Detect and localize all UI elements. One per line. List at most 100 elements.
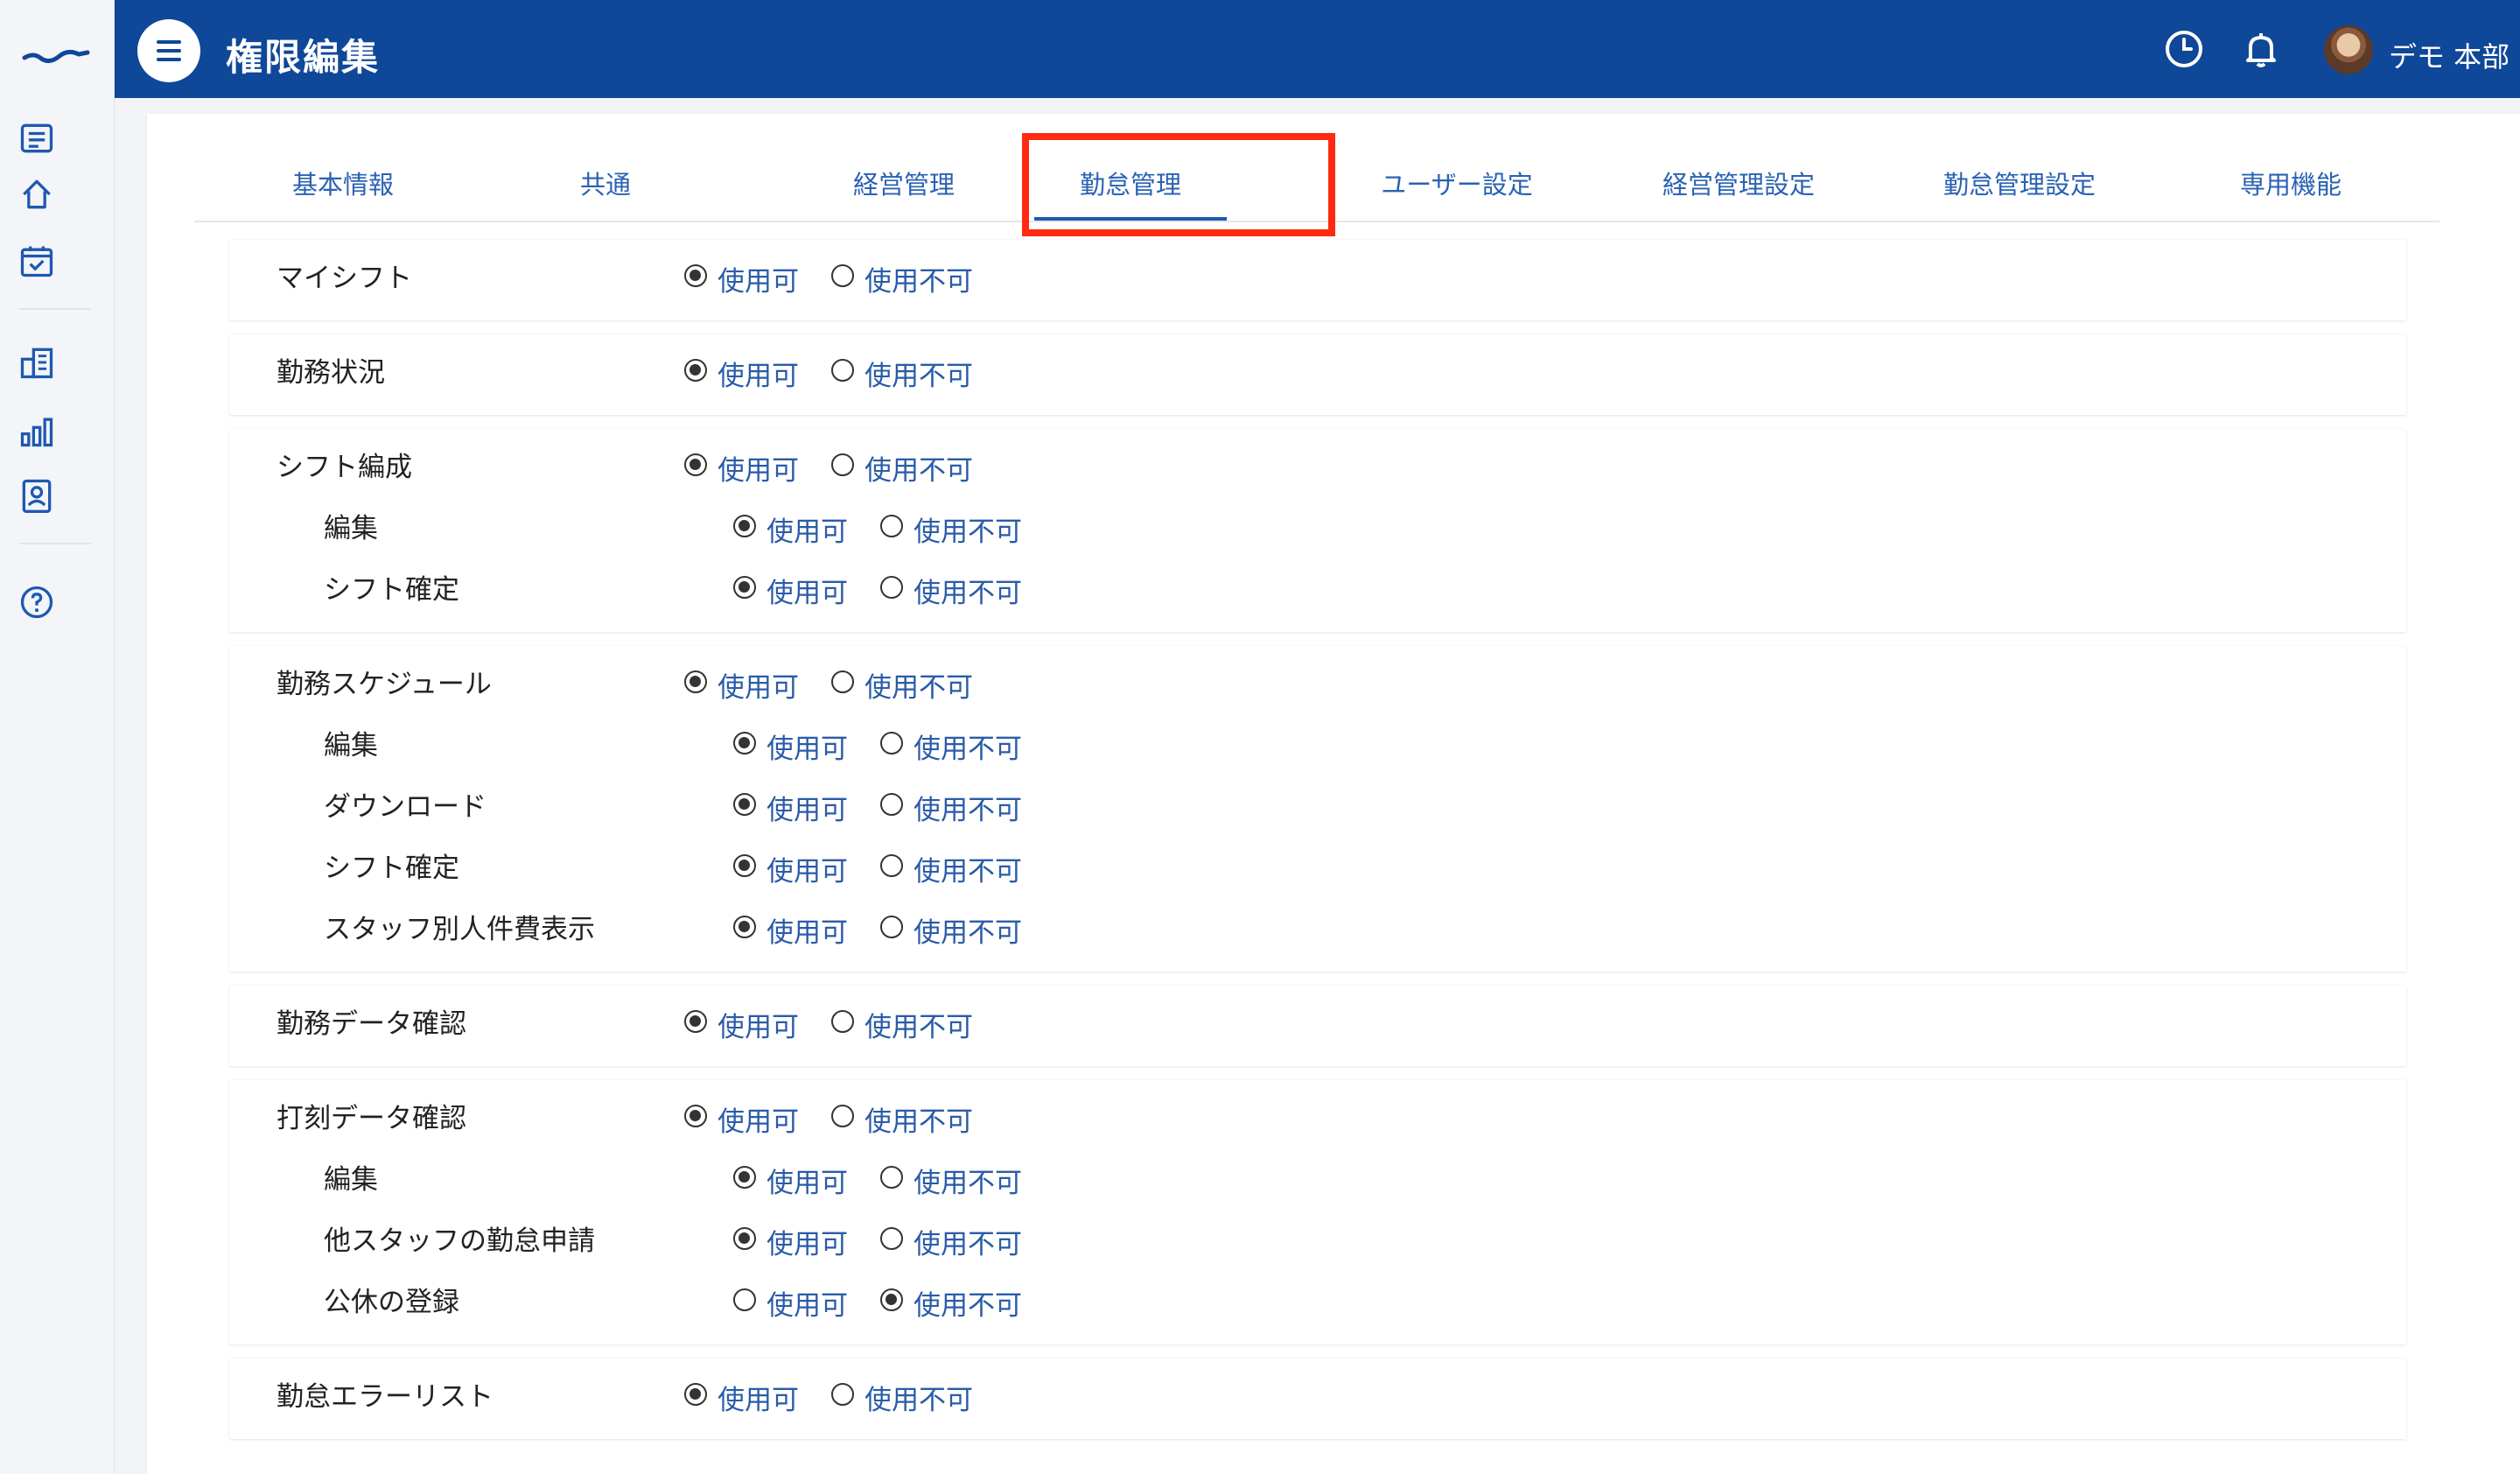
radio-option-label: 使用可 — [718, 1385, 799, 1416]
radio-option-label: 使用可 — [718, 266, 799, 298]
radio-checked-icon[interactable] — [733, 793, 756, 816]
radio-option-label: 使用不可 — [914, 856, 1022, 888]
radio-unchecked-icon[interactable] — [831, 1010, 854, 1033]
news-icon[interactable] — [18, 119, 56, 158]
tab-user-settings[interactable]: ユーザー設定 — [1374, 165, 1540, 203]
menu-icon-bar — [157, 58, 181, 61]
permission-section: 打刻データ確認 使用可 使用不可 編集 使用可 使用不可 他スタッフの勤怠申請 使用可 使用不可… — [229, 1080, 2406, 1344]
radio-checked-icon[interactable] — [684, 264, 707, 287]
radio-unchecked-icon[interactable] — [880, 916, 903, 938]
radio-unchecked-icon[interactable] — [831, 453, 854, 476]
sub-permission-label: 編集 — [324, 513, 378, 544]
tab-special-functions[interactable]: 専用機能 — [2230, 165, 2352, 203]
app-header — [115, 0, 2520, 98]
radio-option-label: 使用不可 — [864, 672, 973, 704]
radio-option-label: 使用可 — [766, 1229, 848, 1260]
rail-divider — [19, 308, 91, 310]
help-icon[interactable] — [18, 583, 56, 621]
permission-label: 勤務スケジュール — [276, 669, 492, 700]
radio-checked-icon[interactable] — [733, 1166, 756, 1189]
radio-unchecked-icon[interactable] — [880, 1166, 903, 1189]
permission-radio-group: 使用可 使用不可 — [684, 257, 1034, 298]
bell-icon[interactable] — [2240, 28, 2282, 70]
radio-unchecked-icon[interactable] — [831, 359, 854, 382]
bar-chart-icon[interactable] — [18, 411, 56, 450]
sub-permission-label: 他スタッフの勤怠申請 — [324, 1225, 595, 1257]
building-icon[interactable] — [18, 343, 56, 382]
radio-checked-icon[interactable] — [684, 1383, 707, 1406]
logo-icon[interactable] — [21, 35, 91, 70]
permission-section: 勤怠エラーリスト 使用可 使用不可 — [229, 1358, 2406, 1439]
radio-unchecked-icon[interactable] — [831, 1383, 854, 1406]
radio-checked-icon[interactable] — [733, 1227, 756, 1250]
highlight-box — [1022, 133, 1335, 236]
tab-attendance-settings[interactable]: 勤怠管理設定 — [1932, 165, 2107, 203]
menu-button[interactable] — [137, 19, 200, 82]
radio-unchecked-icon[interactable] — [880, 576, 903, 599]
radio-checked-icon[interactable] — [733, 732, 756, 755]
radio-unchecked-icon[interactable] — [831, 1105, 854, 1127]
radio-unchecked-icon[interactable] — [831, 264, 854, 287]
user-name[interactable]: デモ 本部 — [2389, 35, 2510, 75]
radio-checked-icon[interactable] — [684, 359, 707, 382]
clock-icon[interactable] — [2163, 28, 2205, 70]
radio-checked-icon[interactable] — [733, 854, 756, 877]
radio-option-label: 使用不可 — [914, 516, 1022, 548]
permission-radio-group: 使用可 使用不可 — [733, 1159, 1083, 1199]
radio-unchecked-icon[interactable] — [880, 793, 903, 816]
sub-permission-label: 編集 — [324, 730, 378, 762]
radio-checked-icon[interactable] — [684, 1105, 707, 1127]
radio-option-label: 使用可 — [766, 856, 848, 888]
permission-section: 勤務状況 使用可 使用不可 — [229, 334, 2406, 415]
radio-unchecked-icon[interactable] — [880, 1227, 903, 1250]
permission-radio-group: 使用可 使用不可 — [733, 569, 1083, 609]
permission-label: 勤務状況 — [276, 357, 385, 389]
radio-option-label: 使用可 — [766, 795, 848, 826]
radio-option-label: 使用可 — [718, 361, 799, 392]
radio-checked-icon[interactable] — [684, 453, 707, 476]
avatar[interactable] — [2324, 25, 2373, 74]
tab-common[interactable]: 共通 — [570, 165, 640, 203]
radio-checked-icon[interactable] — [733, 916, 756, 938]
calendar-check-icon[interactable] — [18, 242, 56, 280]
radio-option-label: 使用不可 — [914, 795, 1022, 826]
radio-option-label: 使用可 — [718, 672, 799, 704]
sub-permission-label: シフト確定 — [324, 853, 459, 884]
permission-radio-group: 使用可 使用不可 — [684, 1003, 1034, 1043]
tab-management[interactable]: 経営管理 — [838, 165, 970, 203]
permission-radio-group: 使用可 使用不可 — [684, 352, 1034, 392]
radio-checked-icon[interactable] — [684, 670, 707, 693]
radio-option-label: 使用不可 — [864, 361, 973, 392]
id-card-icon[interactable] — [18, 476, 56, 515]
radio-unchecked-icon[interactable] — [831, 670, 854, 693]
rail-divider — [19, 543, 91, 544]
permission-radio-group: 使用可 使用不可 — [684, 663, 1034, 704]
radio-unchecked-icon[interactable] — [880, 732, 903, 755]
radio-unchecked-icon[interactable] — [733, 1288, 756, 1311]
tab-management-settings[interactable]: 経営管理設定 — [1651, 165, 1826, 203]
tab-basic-info[interactable]: 基本情報 — [282, 165, 404, 203]
sub-permission-label: シフト確定 — [324, 574, 459, 606]
radio-unchecked-icon[interactable] — [880, 854, 903, 877]
radio-checked-icon[interactable] — [880, 1288, 903, 1311]
radio-option-label: 使用可 — [766, 516, 848, 548]
permission-label: マイシフト — [276, 263, 412, 294]
permission-section: 勤務スケジュール 使用可 使用不可 編集 使用可 使用不可 ダウンロード 使用可 使用不可 シフト… — [229, 646, 2406, 972]
radio-checked-icon[interactable] — [733, 515, 756, 537]
radio-unchecked-icon[interactable] — [880, 515, 903, 537]
home-icon[interactable] — [18, 175, 56, 214]
radio-option-label: 使用不可 — [864, 1106, 973, 1138]
permission-label: 勤務データ確認 — [276, 1008, 466, 1040]
sub-permission-label: ダウンロード — [324, 791, 486, 823]
radio-option-label: 使用不可 — [864, 455, 973, 487]
radio-option-label: 使用可 — [766, 578, 848, 609]
radio-option-label: 使用不可 — [914, 1168, 1022, 1199]
radio-option-label: 使用可 — [766, 733, 848, 765]
permission-radio-group: 使用可 使用不可 — [733, 847, 1083, 888]
radio-checked-icon[interactable] — [684, 1010, 707, 1033]
permission-label: 打刻データ確認 — [276, 1103, 466, 1134]
radio-option-label: 使用可 — [718, 1106, 799, 1138]
radio-checked-icon[interactable] — [733, 576, 756, 599]
permission-radio-group: 使用可 使用不可 — [733, 725, 1083, 765]
radio-option-label: 使用可 — [766, 1290, 848, 1322]
